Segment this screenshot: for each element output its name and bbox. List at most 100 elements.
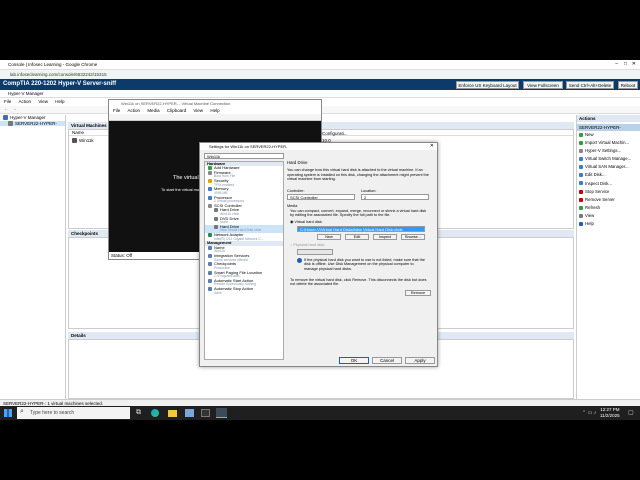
tree-server[interactable]: SERVER22-HYPER- xyxy=(0,120,65,126)
vm-menu-view[interactable]: View xyxy=(193,107,203,114)
hyperv-titlebar: Hyper-V Manager xyxy=(0,90,640,98)
vm-select[interactable]: Win11k xyxy=(204,153,284,159)
note-row: If the physical hard disk you want to us… xyxy=(297,258,425,271)
action-item[interactable]: Refresh xyxy=(579,204,640,212)
action-item[interactable]: Remove Server xyxy=(579,196,640,204)
fullscreen-button[interactable]: View Fullscreen xyxy=(523,81,563,89)
apply-button[interactable]: Apply xyxy=(405,357,435,364)
hyperv-title: Hyper-V Manager xyxy=(8,91,44,96)
new-button[interactable]: New xyxy=(317,234,341,240)
hardware-item-icon xyxy=(208,166,212,171)
vm-connection-menu: File Action Media Clipboard View Help xyxy=(109,107,321,114)
reboot-button[interactable]: Reboot xyxy=(618,81,638,89)
edge-icon[interactable] xyxy=(151,409,159,417)
hyperv-taskbar-icon[interactable] xyxy=(216,408,227,418)
hardware-item-icon xyxy=(208,233,212,238)
hardware-item[interactable]: Hard Drive Win11k.vhdx xyxy=(205,208,283,216)
action-item-label: Help xyxy=(585,221,594,227)
task-view-icon[interactable]: ⧉ xyxy=(136,409,141,417)
action-item-label: Remove Server xyxy=(585,196,615,202)
action-item-label: Import Virtual Machin... xyxy=(585,140,630,146)
vm-menu-media[interactable]: Media xyxy=(147,107,159,114)
browse-button[interactable]: Browse... xyxy=(401,234,425,240)
inspect-button[interactable]: Inspect xyxy=(373,234,397,240)
settings-dialog: Settings for Win11k on SERVER22-HYPER- ✕… xyxy=(199,142,438,367)
management-item[interactable]: Automatic Stop Action Save xyxy=(205,287,283,295)
settings-tree: Hardware Add Hardware Firmware Boot from F… xyxy=(204,161,284,360)
action-item[interactable]: Import Virtual Machin... xyxy=(579,139,640,147)
terminal-icon[interactable] xyxy=(201,409,210,417)
action-item-icon xyxy=(579,181,583,186)
action-item-icon xyxy=(579,189,583,194)
action-item[interactable]: Stop Service xyxy=(579,188,640,196)
notification-icon[interactable]: ▢ xyxy=(628,409,634,416)
action-item[interactable]: Help xyxy=(579,220,640,228)
action-item-icon xyxy=(579,205,583,210)
address-bar[interactable]: lab.infoseclearning.com/console/6632242/… xyxy=(0,70,640,79)
actions-pane: Actions SERVER22-HYPER- New Import Virtua… xyxy=(576,115,640,399)
management-list: Name Win11k Integration Services Some servi… xyxy=(205,245,283,296)
vhd-path-input[interactable]: C:\Hyper-V\Virtual Hard Disks\New Virtua… xyxy=(297,226,425,232)
url-text[interactable]: lab.infoseclearning.com/console/6632242/… xyxy=(10,72,107,77)
action-item[interactable]: Hyper-V Settings... xyxy=(579,147,640,155)
physical-radio[interactable]: ○ Physical hard disk: xyxy=(290,243,325,247)
management-item-icon xyxy=(208,287,212,292)
management-item-icon xyxy=(208,262,212,267)
action-item[interactable]: Edit Disk... xyxy=(579,171,640,179)
cancel-button[interactable]: Cancel xyxy=(372,357,402,364)
action-item-label: New xyxy=(585,132,594,137)
action-item[interactable]: Inspect Disk... xyxy=(579,180,640,188)
action-item-label: Refresh xyxy=(585,204,601,210)
ctrl-alt-del-button[interactable]: Send Ctrl+Alt+Delete xyxy=(566,81,614,89)
action-item[interactable]: View xyxy=(579,212,640,220)
vm-menu-help[interactable]: Help xyxy=(210,107,219,114)
actions-list: New Import Virtual Machin... Hyper-V Setti… xyxy=(577,131,640,228)
config-column-header[interactable]: Configurati... xyxy=(322,130,348,137)
location-select[interactable]: 2 xyxy=(361,194,429,200)
vm-menu-action[interactable]: Action xyxy=(128,107,141,114)
tray-icons[interactable]: ⌃ ▭ ♪ xyxy=(582,410,596,416)
action-item[interactable]: New xyxy=(579,131,640,139)
location-label: Location: xyxy=(361,189,377,193)
management-item-icon xyxy=(208,245,212,250)
file-explorer-icon[interactable] xyxy=(168,410,177,417)
controller-select[interactable]: SCSI Controller xyxy=(287,194,355,200)
settings-close-icon[interactable]: ✕ xyxy=(430,143,434,149)
hardware-list: Add Hardware Firmware Boot from File Securi… xyxy=(205,166,283,241)
clock[interactable]: 12:27 PM 11/2/2025 xyxy=(600,407,620,418)
vhd-radio[interactable]: ◉ Virtual hard disk: xyxy=(290,220,323,224)
minimize-icon[interactable]: – xyxy=(615,61,618,67)
action-item[interactable]: Virtual Switch Manage... xyxy=(579,155,640,163)
vm-connection-titlebar: Win11k on SERVER22-HYPER- - Virtual Mach… xyxy=(121,101,231,106)
menu-file[interactable]: File xyxy=(4,99,11,104)
radio-empty-icon: ○ xyxy=(290,243,293,247)
hard-drive-panel: Hard Drive You can change how this virtu… xyxy=(287,160,435,341)
start-icon[interactable] xyxy=(4,409,12,417)
hardware-item[interactable]: DVD Drive None xyxy=(205,216,283,225)
action-item-label: Inspect Disk... xyxy=(585,180,612,186)
ok-button[interactable]: OK xyxy=(339,357,369,364)
action-item-label: View xyxy=(585,212,595,218)
remove-button[interactable]: Remove xyxy=(405,290,431,296)
actions-server: SERVER22-HYPER- xyxy=(577,124,640,131)
maximize-icon[interactable]: □ xyxy=(624,61,627,67)
vm-connection-status: Status: Off xyxy=(111,253,133,258)
physical-disk-select[interactable] xyxy=(297,249,333,255)
menu-help[interactable]: Help xyxy=(55,99,64,104)
search-placeholder: Type here to search xyxy=(30,410,75,416)
action-item-icon xyxy=(579,221,583,226)
forward-icon[interactable]: → xyxy=(12,106,17,112)
close-icon[interactable]: ✕ xyxy=(632,61,636,67)
back-icon[interactable]: ← xyxy=(4,106,9,112)
vm-menu-file[interactable]: File xyxy=(113,107,120,114)
keyboard-layout-button[interactable]: Enforce US Keyboard Layout xyxy=(456,81,519,89)
menu-action[interactable]: Action xyxy=(19,99,32,104)
vm-menu-clipboard[interactable]: Clipboard xyxy=(167,107,186,114)
search-box[interactable]: ⌕ Type here to search xyxy=(17,407,130,419)
menu-view[interactable]: View xyxy=(38,99,48,104)
server-manager-icon[interactable] xyxy=(185,409,194,417)
browser-title: Console | Infosec Learning - Google Chro… xyxy=(8,62,98,67)
edit-button[interactable]: Edit xyxy=(345,234,369,240)
management-item-detail: Save xyxy=(214,290,222,295)
action-item[interactable]: Virtual SAN Manager... xyxy=(579,163,640,171)
